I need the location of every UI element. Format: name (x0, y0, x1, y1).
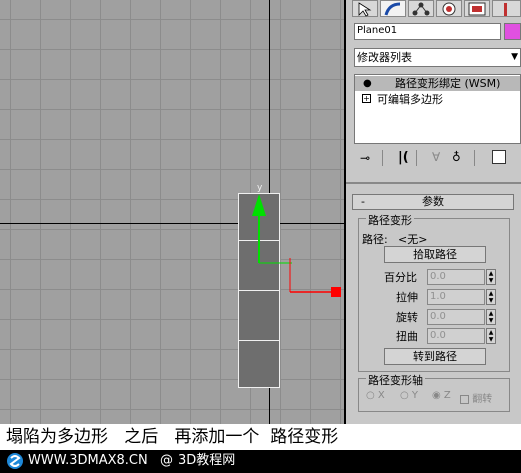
motion-tab[interactable] (436, 0, 462, 17)
brand-name: 3D教程网 (178, 453, 236, 468)
rotation-field[interactable]: 0.0 (427, 309, 485, 325)
utilities-tab[interactable] (492, 0, 521, 17)
modifier-stack: ● 路径变形绑定 (WSM) + 可编辑多边形 (354, 74, 521, 144)
flip-label: 翻转 (472, 394, 493, 405)
checkbox-icon (460, 394, 469, 404)
rollout-toggle: - (361, 195, 365, 208)
display-tab[interactable] (464, 0, 490, 17)
x-axis-arrow-icon[interactable] (331, 287, 341, 297)
pick-path-button[interactable]: 拾取路径 (384, 246, 486, 263)
twist-spinner[interactable]: ▲ ▼ (486, 328, 496, 344)
object-name-field[interactable]: Plane01 (354, 23, 501, 40)
object-color-swatch[interactable] (504, 23, 521, 40)
create-tab[interactable] (352, 0, 378, 17)
group-title: 路径变形轴 (366, 372, 425, 388)
modify-tab[interactable] (380, 0, 406, 17)
lightbulb-icon[interactable]: ● (363, 76, 372, 91)
stack-item-label: 路径变形绑定 (WSM) (395, 77, 501, 90)
caption-text: 塌陷为多边形 之后 再添加一个 路径变形 (0, 424, 521, 450)
at-sign: @ (160, 453, 173, 468)
watermark-footer: WWW.3DMAX8.CN @ 3D教程网 (0, 450, 521, 473)
modifier-list-label: 修改器列表 (357, 51, 412, 64)
rotation-label: 旋转 (396, 311, 418, 324)
stretch-spinner[interactable]: ▲ ▼ (486, 289, 496, 305)
axis-z-label: Z (443, 390, 451, 401)
expand-plus-icon[interactable]: + (362, 94, 371, 103)
axis-x-label: X (377, 390, 385, 401)
percent-spinner[interactable]: ▲ ▼ (486, 269, 496, 285)
stack-item-path-deform[interactable]: ● 路径变形绑定 (WSM) (355, 76, 520, 91)
modifier-list-dropdown[interactable]: 修改器列表 ▼ (354, 48, 521, 67)
stack-toolbar: ⊸ |( ∀ ♁ (354, 148, 521, 170)
path-label: 路径: (362, 233, 388, 246)
gizmo-y-label: y (257, 183, 263, 193)
rotation-spinner[interactable]: ▲ ▼ (486, 309, 496, 325)
radio-icon: ○ (366, 390, 375, 401)
twist-label: 扭曲 (396, 330, 418, 343)
axis-z-radio[interactable]: ◉ Z (432, 390, 451, 401)
move-to-path-button[interactable]: 转到路径 (384, 348, 486, 365)
stack-item-editable-poly[interactable]: + 可编辑多边形 (355, 92, 520, 107)
panel-divider (346, 182, 521, 184)
divider (382, 150, 383, 166)
hierarchy-tab[interactable] (408, 0, 434, 17)
axis-y-radio[interactable]: ○ Y (400, 390, 418, 401)
configure-modifier-sets-icon[interactable] (492, 150, 506, 164)
twist-field[interactable]: 0.0 (427, 328, 485, 344)
segment-line (238, 340, 280, 341)
y-axis-arrow-icon[interactable] (252, 194, 266, 216)
axis-x-radio[interactable]: ○ X (366, 390, 385, 401)
pin-stack-icon[interactable]: ⊸ (360, 151, 370, 165)
chevron-down-icon: ▼ (511, 52, 518, 62)
viewport[interactable]: y (0, 0, 346, 424)
radio-selected-icon: ◉ (432, 390, 441, 401)
rollout-title: 参数 (422, 195, 444, 208)
move-gizmo[interactable]: y (240, 180, 346, 300)
command-panel: Plane01 修改器列表 ▼ ● 路径变形绑定 (WSM) + 可编辑多边形 … (346, 0, 521, 424)
flip-checkbox[interactable]: 翻转 (460, 390, 492, 405)
path-value: <无> (398, 233, 428, 246)
parameters-rollout-header[interactable]: - 参数 (352, 194, 514, 210)
stretch-label: 拉伸 (396, 291, 418, 304)
make-unique-icon[interactable]: ∀ (432, 150, 440, 164)
percent-label: 百分比 (384, 271, 417, 284)
site-logo-icon (7, 453, 23, 469)
group-title: 路径变形 (366, 212, 414, 228)
divider (474, 150, 475, 166)
site-url: WWW.3DMAX8.CN (28, 453, 148, 468)
divider (416, 150, 417, 166)
stretch-field[interactable]: 1.0 (427, 289, 485, 305)
remove-modifier-icon[interactable]: ♁ (452, 150, 461, 164)
stack-item-label: 可编辑多边形 (377, 93, 443, 106)
axis-y-label: Y (411, 390, 419, 401)
percent-field[interactable]: 0.0 (427, 269, 485, 285)
radio-icon: ○ (400, 390, 409, 401)
show-end-result-icon[interactable]: |( (398, 150, 409, 165)
